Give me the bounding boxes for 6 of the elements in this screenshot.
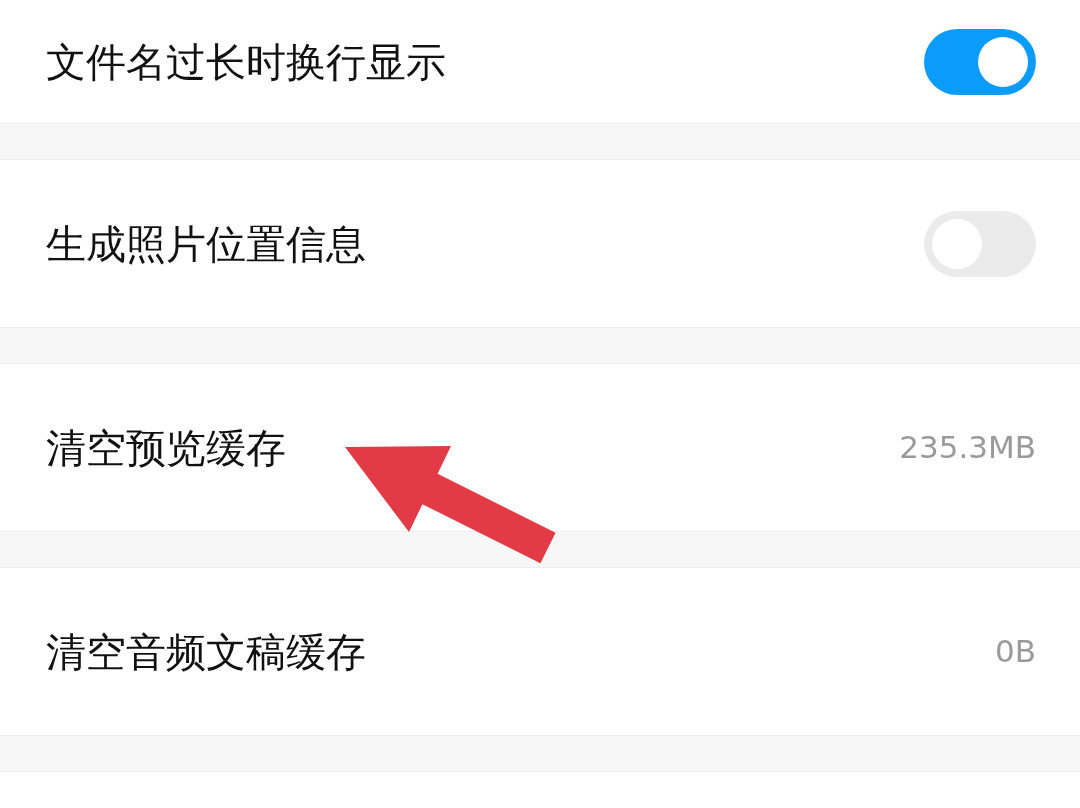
setting-label: 清空预览缓存 xyxy=(46,423,286,473)
cache-size: 0B xyxy=(995,632,1036,672)
setting-label: 文件名过长时换行显示 xyxy=(46,37,446,87)
setting-label: 生成照片位置信息 xyxy=(46,219,366,269)
cache-size: 235.3MB xyxy=(899,428,1036,468)
setting-label: 清空音频文稿缓存 xyxy=(46,627,366,677)
